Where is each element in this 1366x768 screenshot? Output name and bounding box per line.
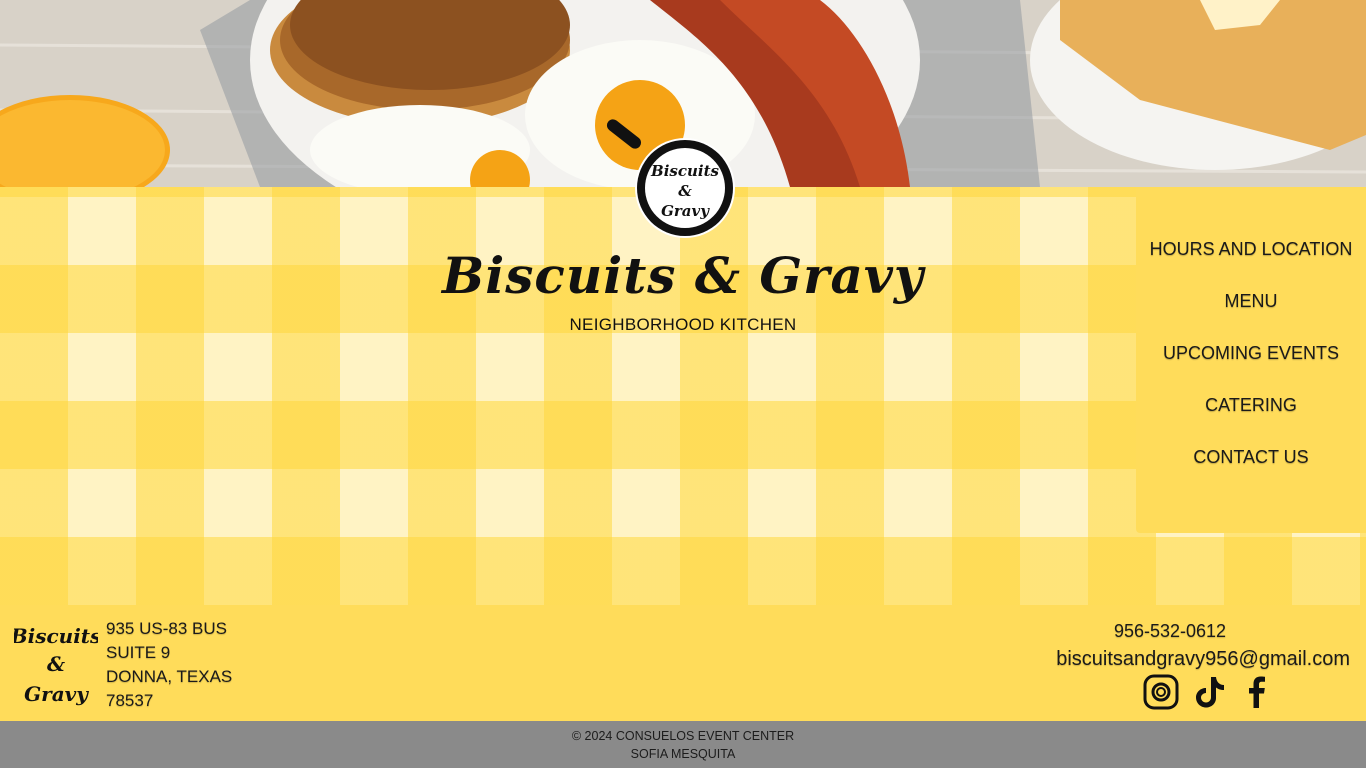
nav-item-upcoming-events[interactable]: UPCOMING EVENTS <box>1136 341 1366 393</box>
tiktok-icon-svg <box>1196 677 1224 708</box>
facebook-icon[interactable] <box>1238 673 1276 711</box>
contact-info: 956-532-0612 biscuitsandgravy956@gmail.c… <box>990 617 1350 673</box>
nav-item-label: CATERING <box>1205 395 1297 415</box>
logo-text-bottom: Gravy <box>661 202 710 220</box>
page-subtitle: NEIGHBORHOOD KITCHEN <box>569 315 797 334</box>
nav-item-label: UPCOMING EVENTS <box>1162 343 1340 363</box>
page-title: Biscuits & Gravy <box>442 246 924 305</box>
nav-item-label: CONTACT US <box>1193 447 1309 467</box>
address: 935 US-83 BUS SUITE 9 DONNA, TEXAS 78537 <box>106 617 232 713</box>
skillet-logo[interactable]: Biscuits & Gravy <box>602 118 742 242</box>
address-line: 935 US-83 BUS <box>106 619 227 638</box>
logo-text-top: Biscuits <box>650 162 719 180</box>
nav-item-contact-us[interactable]: CONTACT US <box>1136 445 1366 497</box>
nav-item-label: MENU <box>1224 291 1278 311</box>
address-line: 78537 <box>106 691 154 710</box>
nav-item-catering[interactable]: CATERING <box>1136 393 1366 445</box>
address-line: SUITE 9 <box>106 643 171 662</box>
skillet-logo-icon: Biscuits & Gravy <box>606 119 735 238</box>
footer-logo[interactable]: Biscuits & Gravy <box>10 619 102 711</box>
instagram-icon-svg <box>1143 674 1179 710</box>
social-links <box>1142 672 1276 712</box>
footer-logo-icon: Biscuits & Gravy <box>10 624 102 706</box>
nav-item-hours-and-location[interactable]: HOURS AND LOCATION <box>1136 237 1366 289</box>
footer-logo-text-mid: & <box>47 652 65 676</box>
copyright-bar: © 2024 CONSUELOS EVENT CENTER SOFIA MESQ… <box>0 721 1366 768</box>
footer-logo-text-top: Biscuits <box>14 624 98 648</box>
nav-item-menu[interactable]: MENU <box>1136 289 1366 341</box>
email-link[interactable]: biscuitsandgravy956@gmail.com <box>990 645 1350 673</box>
credit-line: SOFIA MESQUITA <box>630 747 736 761</box>
address-line: DONNA, TEXAS <box>106 667 233 686</box>
nav-item-label: HOURS AND LOCATION <box>1149 239 1353 259</box>
footer: Biscuits & Gravy 935 US-83 BUS SUITE 9 D… <box>0 605 1366 721</box>
main-nav: HOURS AND LOCATION MENU UPCOMING EVENTS … <box>1136 187 1366 533</box>
instagram-icon[interactable] <box>1142 673 1180 711</box>
footer-logo-text-bottom: Gravy <box>24 682 89 706</box>
phone-link[interactable]: 956-532-0612 <box>990 617 1350 645</box>
copyright-line: © 2024 CONSUELOS EVENT CENTER <box>571 729 795 743</box>
facebook-icon-svg <box>1249 676 1265 708</box>
logo-text-mid: & <box>678 182 692 200</box>
tiktok-icon[interactable] <box>1190 673 1228 711</box>
